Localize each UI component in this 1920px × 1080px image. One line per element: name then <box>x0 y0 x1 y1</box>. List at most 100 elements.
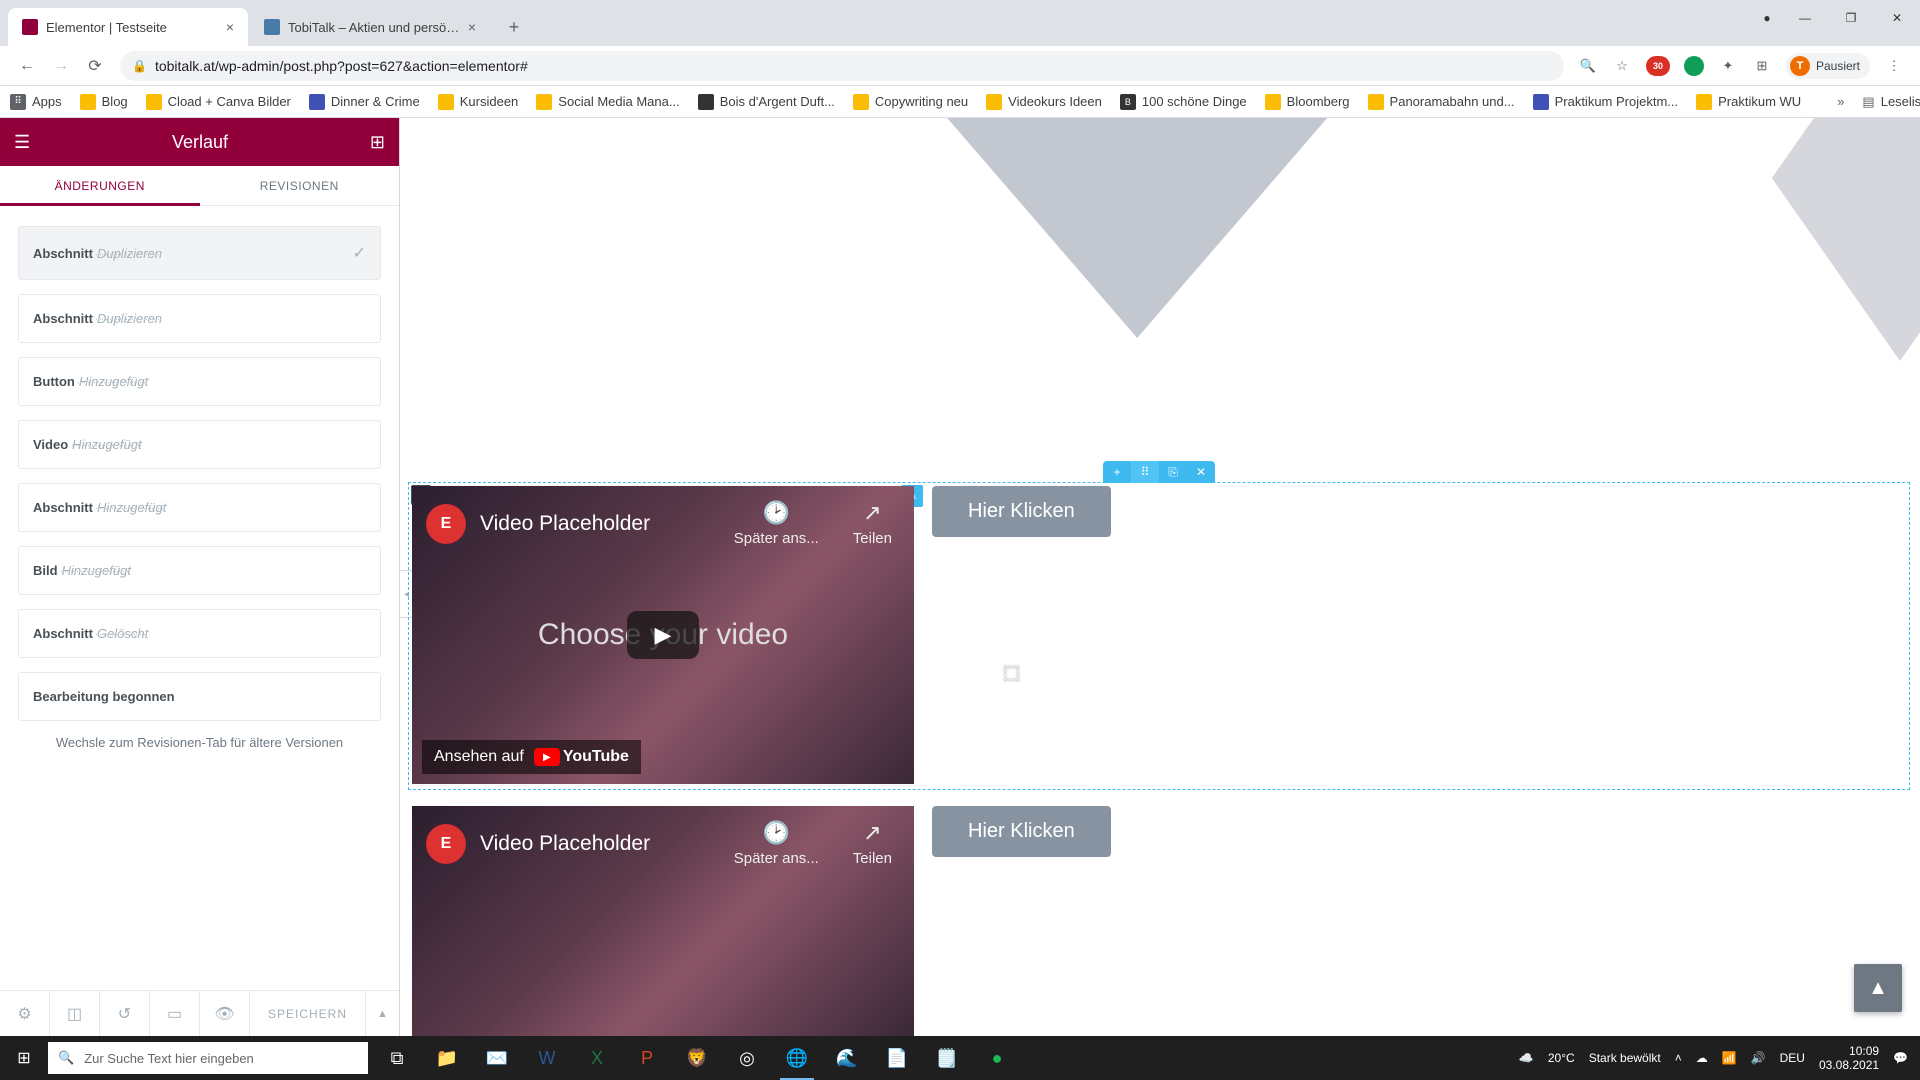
close-button[interactable]: ✕ <box>1874 0 1920 36</box>
navigator-icon[interactable]: ◫ <box>50 991 100 1036</box>
share-button[interactable]: ↗Teilen <box>853 820 892 867</box>
bookmark-item[interactable]: B100 schöne Dinge <box>1120 94 1247 110</box>
tab-changes[interactable]: ÄNDERUNGEN <box>0 166 200 205</box>
maximize-button[interactable]: ❐ <box>1828 0 1874 36</box>
scroll-top-button[interactable]: ▲ <box>1854 964 1902 1012</box>
watch-later-button[interactable]: 🕑Später ans... <box>734 500 819 547</box>
app-icon[interactable]: 🦁 <box>674 1036 720 1080</box>
bookmarks-bar: ⠿Apps Blog Cload + Canva Bilder Dinner &… <box>0 86 1920 118</box>
zoom-icon[interactable]: 🔍 <box>1578 56 1598 76</box>
history-item[interactable]: AbschnittHinzugefügt <box>18 483 381 532</box>
bookmark-item[interactable]: Bloomberg <box>1265 94 1350 110</box>
settings-icon[interactable]: ⚙ <box>0 991 50 1036</box>
new-tab-button[interactable]: + <box>500 13 528 41</box>
taskbar-apps: ⧉ 📁 ✉️ W X P 🦁 ◎ 🌐 🌊 📄 🗒️ ● <box>374 1036 1020 1080</box>
history-item[interactable]: AbschnittDuplizieren <box>18 294 381 343</box>
history-icon[interactable]: ↺ <box>100 991 150 1036</box>
delete-section-icon[interactable]: ✕ <box>1187 461 1215 483</box>
word-icon[interactable]: W <box>524 1036 570 1080</box>
duplicate-section-icon[interactable]: ⎘ <box>1159 461 1187 483</box>
bookmark-item[interactable]: Blog <box>80 94 128 110</box>
bookmarks-overflow-icon[interactable]: » <box>1837 94 1844 109</box>
mail-icon[interactable]: ✉️ <box>474 1036 520 1080</box>
responsive-icon[interactable]: ▭ <box>150 991 200 1036</box>
onedrive-icon[interactable]: ☁ <box>1696 1051 1708 1065</box>
weather-desc[interactable]: Stark bewölkt <box>1589 1051 1661 1065</box>
explorer-icon[interactable]: 📁 <box>424 1036 470 1080</box>
menu-icon[interactable]: ⋮ <box>1884 56 1904 76</box>
url-input[interactable]: 🔒 tobitalk.at/wp-admin/post.php?post=627… <box>120 51 1564 81</box>
notifications-icon[interactable]: 💬 <box>1893 1051 1908 1065</box>
bookmark-item[interactable]: Bois d'Argent Duft... <box>698 94 835 110</box>
profile-button[interactable]: T Pausiert <box>1786 53 1870 79</box>
browser-tab-active[interactable]: Elementor | Testseite × <box>8 8 248 46</box>
excel-icon[interactable]: X <box>574 1036 620 1080</box>
language-indicator[interactable]: DEU <box>1780 1051 1805 1065</box>
history-item[interactable]: VideoHinzugefügt <box>18 420 381 469</box>
reload-button[interactable]: ⟳ <box>78 52 112 80</box>
bookmark-item[interactable]: Social Media Mana... <box>536 94 679 110</box>
start-button[interactable]: ⊞ <box>0 1036 48 1080</box>
back-button[interactable]: ← <box>10 52 44 80</box>
task-view-icon[interactable]: ⧉ <box>374 1036 420 1080</box>
extension-badge-icon[interactable]: 30 <box>1646 56 1670 76</box>
watch-later-button[interactable]: 🕑Später ans... <box>734 820 819 867</box>
history-item[interactable]: AbschnittGelöscht <box>18 609 381 658</box>
hamburger-icon[interactable]: ☰ <box>14 132 30 153</box>
bookmark-item[interactable]: Praktikum Projektm... <box>1533 94 1679 110</box>
bookmark-item[interactable]: Praktikum WU <box>1696 94 1801 110</box>
bookmark-item[interactable]: Cload + Canva Bilder <box>146 94 291 110</box>
powerpoint-icon[interactable]: P <box>624 1036 670 1080</box>
history-item[interactable]: Bearbeitung begonnen <box>18 672 381 721</box>
spotify-icon[interactable]: ● <box>974 1036 1020 1080</box>
play-button[interactable]: ▶ <box>627 611 699 659</box>
preview-icon[interactable]: 👁 <box>200 991 250 1036</box>
bookmark-item[interactable]: Videokurs Ideen <box>986 94 1102 110</box>
watch-on-youtube[interactable]: Ansehen auf ▶YouTube <box>422 740 641 774</box>
save-button[interactable]: SPEICHERN <box>250 1007 365 1021</box>
tab-title: TobiTalk – Aktien und persönlich <box>288 20 460 35</box>
bookmark-item[interactable]: Dinner & Crime <box>309 94 420 110</box>
bookmark-item[interactable]: Panoramabahn und... <box>1368 94 1515 110</box>
video-widget[interactable]: E Video Placeholder 🕑Später ans... ↗Teil… <box>412 806 914 1036</box>
app-icon[interactable]: 🗒️ <box>924 1036 970 1080</box>
add-section-icon[interactable]: + <box>1103 461 1131 483</box>
browser-menu-icon[interactable]: ● <box>1752 0 1782 36</box>
video-widget[interactable]: E Video Placeholder 🕑Später ans... ↗Teil… <box>412 486 914 784</box>
extension-icon[interactable] <box>1684 56 1704 76</box>
share-button[interactable]: ↗Teilen <box>853 500 892 547</box>
volume-icon[interactable]: 🔊 <box>1751 1051 1766 1065</box>
weather-icon[interactable]: ☁️ <box>1519 1051 1534 1065</box>
extensions-icon[interactable]: ✦ <box>1718 56 1738 76</box>
forward-button[interactable]: → <box>44 52 78 80</box>
extension-icon[interactable]: ⊞ <box>1752 56 1772 76</box>
reading-list-button[interactable]: ▤Leseliste <box>1862 94 1920 110</box>
taskbar-search[interactable]: 🔍 Zur Suche Text hier eingeben <box>48 1042 368 1074</box>
app-icon[interactable]: 📄 <box>874 1036 920 1080</box>
clock[interactable]: 10:09 03.08.2021 <box>1819 1044 1879 1073</box>
chrome-icon[interactable]: 🌐 <box>774 1036 820 1080</box>
bookmark-item[interactable]: Copywriting neu <box>853 94 968 110</box>
history-item[interactable]: AbschnittDuplizieren✓ <box>18 226 381 280</box>
close-icon[interactable]: × <box>226 19 234 35</box>
tab-revisions[interactable]: REVISIONEN <box>200 166 400 205</box>
cta-button[interactable]: Hier Klicken <box>932 806 1111 857</box>
edit-section-icon[interactable]: ⠿ <box>1131 461 1159 483</box>
weather-temp[interactable]: 20°C <box>1548 1051 1575 1065</box>
widgets-grid-icon[interactable]: ⊞ <box>370 132 385 153</box>
star-icon[interactable]: ☆ <box>1612 56 1632 76</box>
tray-chevron-icon[interactable]: ˄ <box>1675 1051 1682 1065</box>
save-options-icon[interactable]: ▲ <box>365 991 399 1036</box>
network-icon[interactable]: 📶 <box>1722 1051 1737 1065</box>
apps-button[interactable]: ⠿Apps <box>10 94 62 110</box>
minimize-button[interactable]: — <box>1782 0 1828 36</box>
app-icon[interactable]: ◎ <box>724 1036 770 1080</box>
edge-icon[interactable]: 🌊 <box>824 1036 870 1080</box>
cta-button[interactable]: Hier Klicken <box>932 486 1111 537</box>
history-item[interactable]: ButtonHinzugefügt <box>18 357 381 406</box>
history-item[interactable]: BildHinzugefügt <box>18 546 381 595</box>
browser-tab[interactable]: TobiTalk – Aktien und persönlich × <box>250 8 490 46</box>
close-icon[interactable]: × <box>468 19 476 35</box>
bookmark-item[interactable]: Kursideen <box>438 94 519 110</box>
editor-canvas[interactable]: ◂ + ⠿ ⎘ ✕ ▥ ✎ E Video Placeholder 🕑Späte… <box>400 118 1920 1036</box>
